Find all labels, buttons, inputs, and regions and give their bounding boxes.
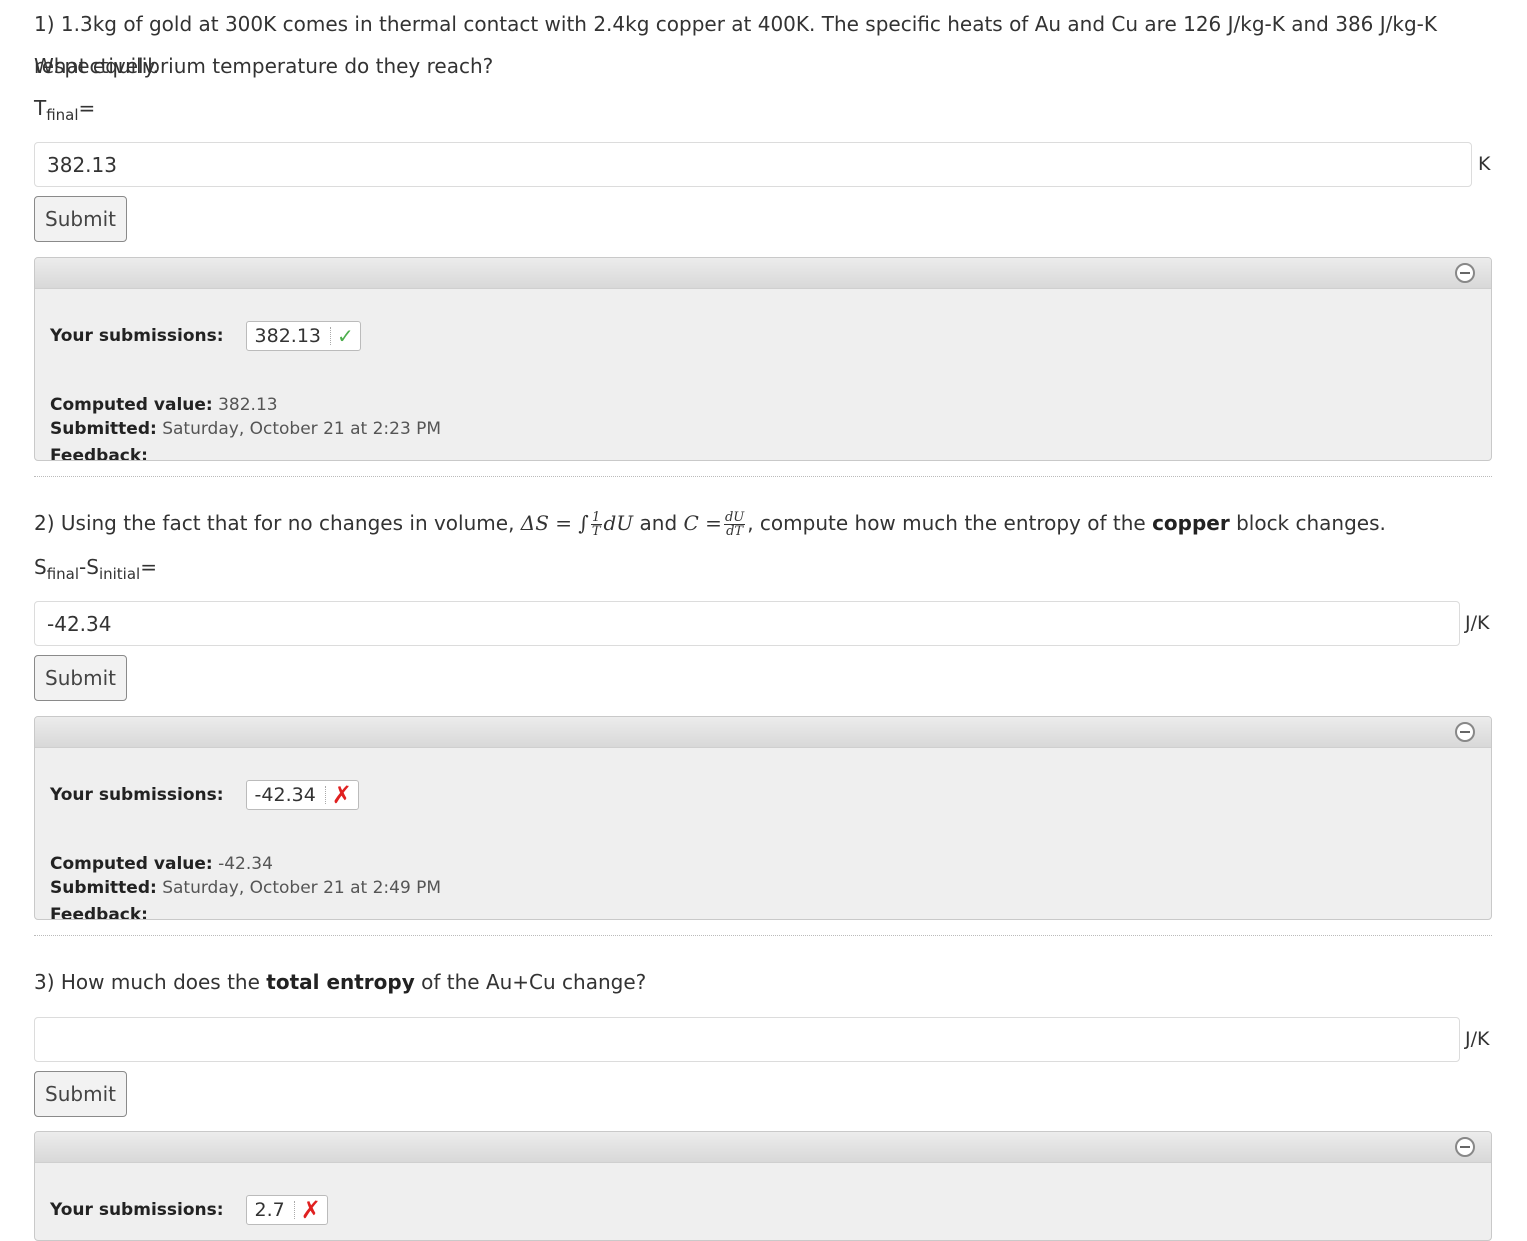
q2-mid: , compute how much the entropy of the xyxy=(747,511,1153,535)
q2-bold-word: copper xyxy=(1152,511,1230,535)
q2-computed-text: -42.34 xyxy=(218,854,273,874)
q1-var-main: T xyxy=(34,96,47,120)
q2-submitted-time: Submitted: Saturday, October 21 at 2:49 … xyxy=(50,876,441,900)
q1-submit-button[interactable]: Submit xyxy=(34,196,127,242)
q1-submissions-row: Your submissions: 382.13 ✓ xyxy=(50,320,361,352)
q2-frac1-num: 1 xyxy=(590,510,602,525)
q1-submissions-panel: Your submissions: 382.13 ✓ Computed valu… xyxy=(34,257,1492,461)
q3-bold-word: total entropy xyxy=(266,970,415,994)
q1-computed-text: 382.13 xyxy=(218,395,278,415)
q2-frac1-den: T xyxy=(591,524,601,539)
q2-answer-row: J/K xyxy=(34,601,1492,648)
q1-feedback-label: Feedback: xyxy=(50,446,148,461)
q2-var-s1: S xyxy=(34,555,47,579)
x-icon: ✗ xyxy=(300,1196,321,1224)
q2-submissions-row: Your submissions: -42.34 ✗ xyxy=(50,779,359,811)
minus-circle-icon[interactable] xyxy=(1455,722,1475,742)
q1-submitted-label: Submitted: xyxy=(50,419,157,439)
q1-computed-value: Computed value: 382.13 xyxy=(50,393,278,417)
q2-suffix: block changes. xyxy=(1229,511,1386,535)
q3-suffix: of the Au+Cu change? xyxy=(414,970,647,994)
q3-text: 3) How much does the total entropy of th… xyxy=(34,961,646,1003)
q2-var-sub2: initial xyxy=(98,565,141,583)
q1-answer-row: K xyxy=(34,142,1492,189)
chip-divider xyxy=(324,786,326,804)
q2-submitted-text: Saturday, October 21 at 2:49 PM xyxy=(162,878,442,898)
section-divider xyxy=(34,935,1492,936)
minus-circle-icon[interactable] xyxy=(1455,263,1475,283)
q1-panel-header xyxy=(35,258,1491,289)
x-icon: ✗ xyxy=(331,781,352,809)
q2-var-s2: S xyxy=(86,555,99,579)
q1-answer-input[interactable] xyxy=(34,142,1472,187)
q1-var-sub: final xyxy=(46,106,79,124)
q2-frac-du-dt: dU dT xyxy=(723,510,746,539)
q3-submissions-row: Your submissions: 2.7 ✗ xyxy=(50,1194,328,1226)
q2-feedback: Feedback: xyxy=(50,903,148,920)
q3-prefix: 3) How much does the xyxy=(34,970,267,994)
q3-submit-button[interactable]: Submit xyxy=(34,1071,127,1117)
q2-var-eq: = xyxy=(140,555,157,579)
q2-submission-chip[interactable]: -42.34 ✗ xyxy=(245,780,359,810)
q2-frac2-den: dT xyxy=(726,524,744,539)
q3-submission-value: 2.7 xyxy=(254,1199,285,1221)
q1-feedback: Feedback: xyxy=(50,444,148,461)
q2-frac2-num: dU xyxy=(723,510,746,525)
q2-answer-input[interactable] xyxy=(34,601,1460,646)
q1-var-eq: = xyxy=(78,96,96,120)
q3-submission-chip[interactable]: 2.7 ✗ xyxy=(245,1195,328,1225)
q2-frac-one-over-t: 1T xyxy=(590,510,602,539)
q2-and: and xyxy=(633,511,684,535)
q3-unit: J/K xyxy=(1465,1028,1490,1050)
q2-prefix: 2) Using the fact that for no changes in… xyxy=(34,511,521,535)
q1-text-line2: What equilibrium temperature do they rea… xyxy=(34,54,494,78)
q2-variable-label: Sfinal-Sinitial= xyxy=(34,555,157,583)
q2-delta-s: ΔS = ∫ xyxy=(520,511,589,535)
q2-du: dU xyxy=(603,511,634,535)
q2-text: 2) Using the fact that for no changes in… xyxy=(34,502,1386,544)
q1-submission-chip[interactable]: 382.13 ✓ xyxy=(245,321,361,351)
q3-panel-header xyxy=(35,1132,1491,1163)
q2-panel-header xyxy=(35,717,1491,748)
check-icon: ✓ xyxy=(337,324,354,348)
minus-circle-icon[interactable] xyxy=(1455,1137,1475,1157)
q2-feedback-label: Feedback: xyxy=(50,905,148,920)
q2-submission-value: -42.34 xyxy=(254,784,316,806)
q2-c-eq: C = xyxy=(683,511,722,535)
chip-divider xyxy=(330,327,332,345)
q2-submit-button[interactable]: Submit xyxy=(34,655,127,701)
q1-submitted-time: Submitted: Saturday, October 21 at 2:23 … xyxy=(50,417,441,441)
q2-unit: J/K xyxy=(1465,612,1490,634)
section-divider xyxy=(34,476,1492,477)
q2-computed-label: Computed value: xyxy=(50,854,213,874)
q1-unit: K xyxy=(1478,153,1491,175)
q2-submissions-panel: Your submissions: -42.34 ✗ Computed valu… xyxy=(34,716,1492,920)
q1-submission-value: 382.13 xyxy=(254,325,322,347)
q3-answer-row: J/K xyxy=(34,1017,1492,1064)
q1-variable-label: Tfinal= xyxy=(34,96,95,124)
q2-submitted-label: Submitted: xyxy=(50,878,157,898)
q2-submissions-label: Your submissions: xyxy=(50,785,224,805)
q3-submissions-panel: Your submissions: 2.7 ✗ xyxy=(34,1131,1492,1241)
q3-submissions-label: Your submissions: xyxy=(50,1200,224,1220)
q2-var-sub1: final xyxy=(46,565,80,583)
q3-answer-input[interactable] xyxy=(34,1017,1460,1062)
q1-submissions-label: Your submissions: xyxy=(50,326,224,346)
q1-computed-label: Computed value: xyxy=(50,395,213,415)
q1-submitted-text: Saturday, October 21 at 2:23 PM xyxy=(162,419,442,439)
chip-divider xyxy=(293,1201,295,1219)
q2-computed-value: Computed value: -42.34 xyxy=(50,852,273,876)
